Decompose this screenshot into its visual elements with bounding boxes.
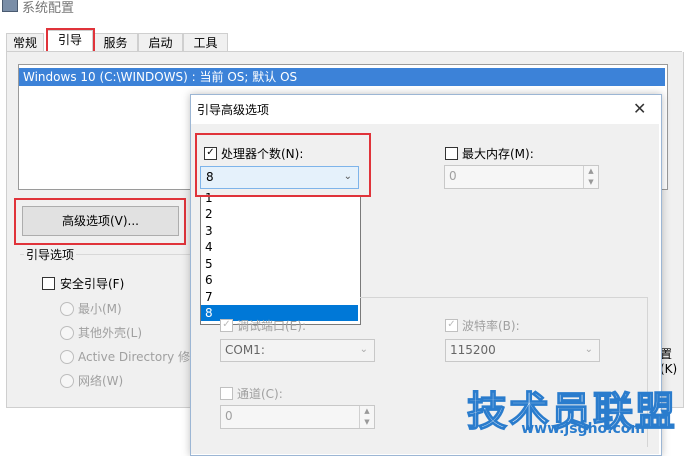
tab-tools[interactable]: 工具 (183, 33, 228, 51)
dropdown-option[interactable]: 3 (205, 223, 355, 239)
radio-alternate-shell-label: 其他外壳(L) (78, 326, 143, 340)
max-memory-label: 最大内存(M): (462, 147, 534, 161)
highlight-processors (195, 133, 371, 197)
spin-down-icon[interactable]: ▼ (583, 177, 598, 188)
debug-port-value: COM1: (225, 343, 265, 357)
dropdown-option[interactable]: 6 (205, 272, 355, 288)
close-icon[interactable]: ✕ (633, 99, 646, 118)
tab-services[interactable]: 服务 (93, 33, 138, 51)
channel-checkbox[interactable] (220, 387, 233, 400)
channel-label: 通道(C): (237, 387, 283, 401)
radio-active-directory-label: Active Directory 修 (78, 350, 190, 364)
radio-network-label: 网络(W) (78, 374, 124, 388)
boot-options-label: 引导选项 (24, 246, 77, 263)
radio-minimal[interactable] (60, 302, 74, 316)
spin-up-icon[interactable]: ▲ (359, 406, 374, 417)
debug-frame-top (360, 297, 648, 298)
debug-port-checkbox[interactable]: ✓ (220, 319, 233, 332)
chevron-down-icon: ⌄ (584, 344, 593, 355)
window-title: 系统配置 (22, 1, 75, 16)
tab-startup[interactable]: 启动 (138, 33, 183, 51)
max-memory-spinner[interactable]: 0 ▲ ▼ (444, 165, 599, 189)
dropdown-option[interactable]: 5 (205, 256, 355, 272)
debug-port-label: 调试端口(E): (237, 319, 306, 333)
highlight-advanced-button (14, 198, 186, 245)
partial-text: 置(K) (660, 347, 678, 376)
radio-minimal-label: 最小(M) (78, 302, 122, 316)
os-list-item[interactable]: Windows 10 (C:\WINDOWS) : 当前 OS; 默认 OS (19, 68, 665, 86)
radio-active-directory[interactable] (60, 350, 74, 364)
radio-network[interactable] (60, 374, 74, 388)
dropdown-option[interactable]: 2 (205, 206, 355, 222)
spin-up-icon[interactable]: ▲ (583, 166, 598, 177)
dropdown-option[interactable]: 7 (205, 289, 355, 305)
baud-rate-checkbox[interactable]: ✓ (445, 319, 458, 332)
app-icon (2, 0, 18, 12)
channel-spinner[interactable]: 0 ▲ ▼ (220, 405, 375, 429)
radio-alternate-shell[interactable] (60, 326, 74, 340)
max-memory-checkbox[interactable] (445, 147, 458, 160)
chevron-down-icon: ⌄ (359, 344, 368, 355)
safe-boot-label: 安全引导(F) (60, 277, 125, 291)
tab-general[interactable]: 常规 (6, 33, 44, 51)
baud-rate-combo[interactable]: 115200 ⌄ (445, 339, 600, 362)
debug-port-combo[interactable]: COM1: ⌄ (220, 339, 375, 362)
watermark-url: www.jsgho.com (521, 421, 645, 437)
channel-value: 0 (225, 409, 233, 423)
dropdown-option[interactable]: 4 (205, 239, 355, 255)
max-memory-value: 0 (449, 169, 457, 183)
safe-boot-checkbox[interactable] (42, 277, 55, 290)
baud-rate-label: 波特率(B): (462, 319, 520, 333)
dialog-title: 引导高级选项 (197, 103, 270, 117)
spin-down-icon[interactable]: ▼ (359, 417, 374, 428)
title-bar (0, 0, 685, 22)
baud-rate-value: 115200 (450, 343, 496, 357)
